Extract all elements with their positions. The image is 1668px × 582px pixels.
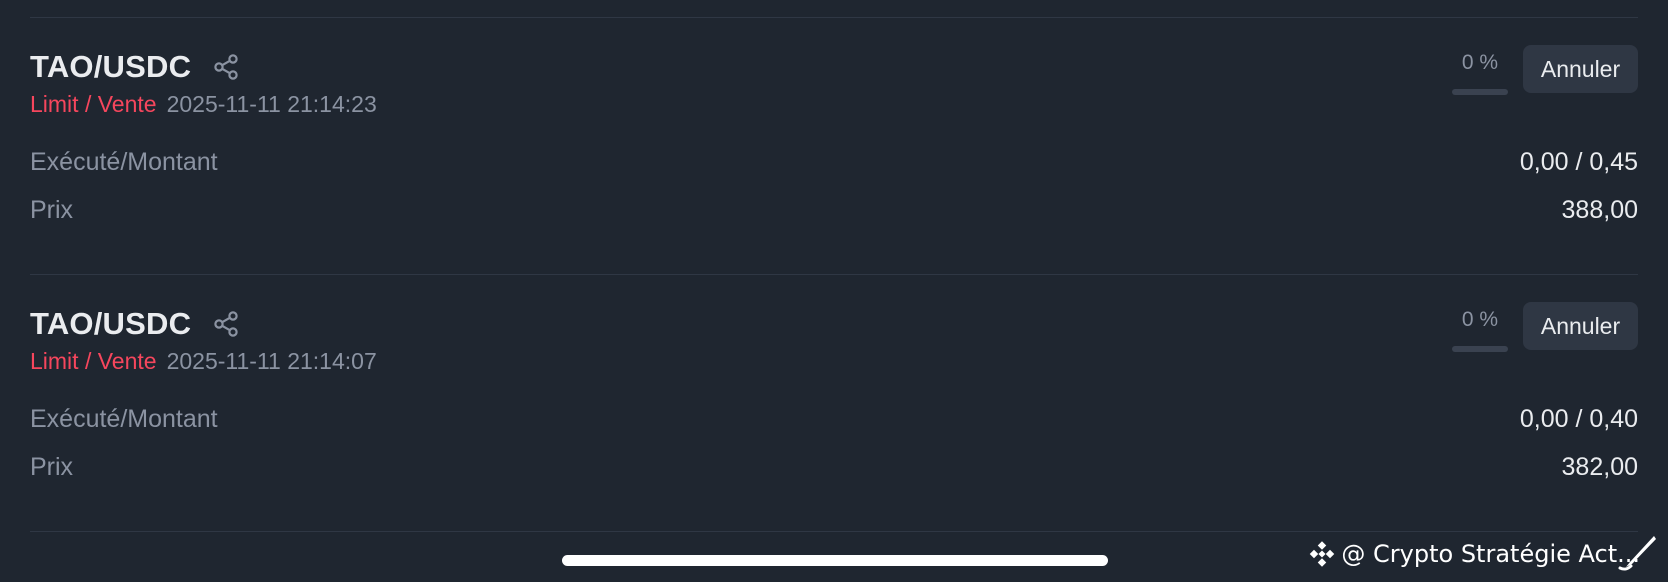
watermark: @ Crypto Stratégie Act... [1309,540,1640,568]
pen-icon[interactable] [1614,532,1660,572]
price-label: Prix [30,195,74,224]
binance-logo-icon [1309,541,1335,567]
share-icon[interactable] [211,52,241,82]
divider [30,531,1638,532]
fill-progress-text: 0 % [1461,308,1499,331]
order-card: TAO/USDC Limit / Vente 2025-11-11 21:14:… [30,45,1638,285]
home-indicator[interactable] [562,555,1108,566]
order-header: TAO/USDC [30,45,241,89]
price-row: Prix 382,00 [30,451,1638,483]
filled-amount-row: Exécuté/Montant 0,00 / 0,40 [30,403,1638,435]
order-side: Limit / Vente [30,91,157,117]
fill-progress: 0 % [1452,51,1508,95]
order-header: TAO/USDC [30,302,241,346]
order-pair: TAO/USDC [30,49,192,84]
open-orders-screen: TAO/USDC Limit / Vente 2025-11-11 21:14:… [0,0,1668,582]
watermark-text: @ Crypto Stratégie Act... [1341,540,1640,568]
order-timestamp: 2025-11-11 21:14:07 [166,348,377,374]
filled-amount-value: 0,00 / 0,45 [1519,147,1638,176]
fill-progress-track [1452,89,1508,95]
fill-progress-text: 0 % [1461,51,1499,74]
filled-amount-label: Exécuté/Montant [30,404,218,433]
fill-progress: 0 % [1452,308,1508,352]
divider [30,274,1638,275]
cancel-button[interactable]: Annuler [1523,45,1638,93]
fill-progress-track [1452,346,1508,352]
filled-amount-row: Exécuté/Montant 0,00 / 0,45 [30,146,1638,178]
filled-amount-label: Exécuté/Montant [30,147,218,176]
order-timestamp: 2025-11-11 21:14:23 [166,91,377,117]
order-meta: Limit / Vente 2025-11-11 21:14:23 [30,91,377,118]
share-icon[interactable] [211,309,241,339]
order-pair: TAO/USDC [30,306,192,341]
price-value: 382,00 [1561,452,1638,481]
order-side: Limit / Vente [30,348,157,374]
order-card: TAO/USDC Limit / Vente 2025-11-11 21:14:… [30,302,1638,542]
cancel-button[interactable]: Annuler [1523,302,1638,350]
price-value: 388,00 [1561,195,1638,224]
price-row: Prix 388,00 [30,194,1638,226]
order-meta: Limit / Vente 2025-11-11 21:14:07 [30,348,377,375]
price-label: Prix [30,452,74,481]
filled-amount-value: 0,00 / 0,40 [1519,404,1638,433]
divider [30,17,1638,18]
